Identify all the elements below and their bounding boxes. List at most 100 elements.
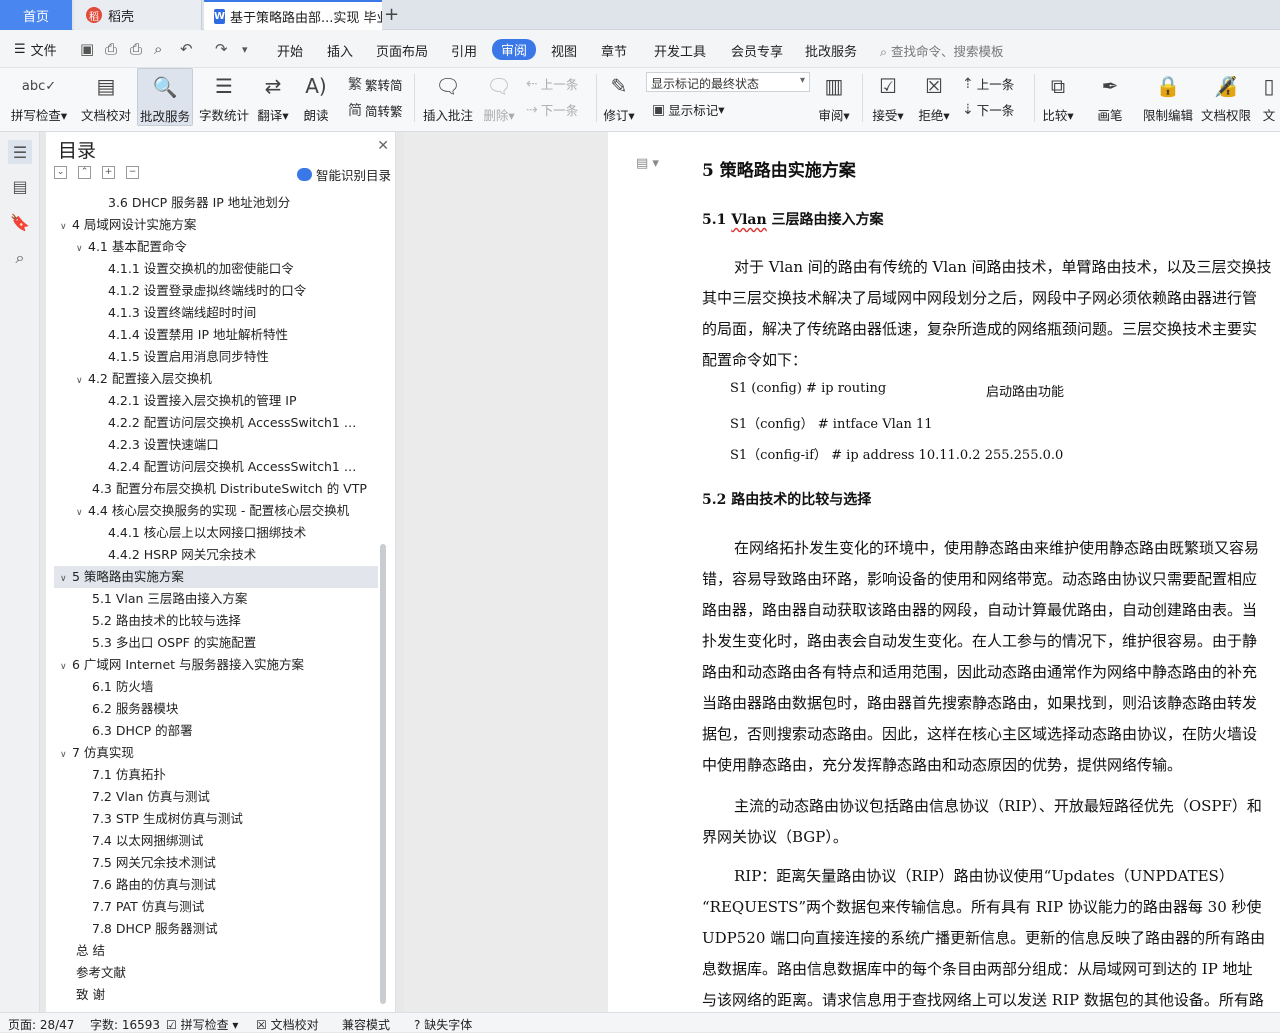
toc-item[interactable]: 4.1.5 设置启用消息同步特性	[108, 346, 368, 368]
search-icon[interactable]: ⌕	[8, 246, 32, 270]
toc-item[interactable]: 5.2 路由技术的比较与选择	[92, 610, 368, 632]
tab-member[interactable]: 会员专享	[731, 41, 783, 60]
markup-state-select[interactable]: 显示标记的最终状态	[646, 72, 810, 92]
collapse-all-icon[interactable]: ⌄	[54, 166, 67, 179]
toc-item[interactable]: 4.2.3 设置快速端口	[108, 434, 368, 456]
print-icon[interactable]: ⎙	[130, 40, 142, 58]
bookmark-icon[interactable]: 🔖	[8, 210, 32, 234]
toc-item[interactable]: ∨ 7 仿真实现	[60, 742, 368, 764]
toc-item[interactable]: 4.3 配置分布层交换机 DistributeSwitch 的 VTP	[92, 478, 368, 500]
expand-up-icon[interactable]: ⌃	[78, 166, 91, 179]
toc-item[interactable]: 4.1.4 设置禁用 IP 地址解析特性	[108, 324, 368, 346]
tab-view[interactable]: 视图	[551, 41, 577, 60]
toc-item[interactable]: 7.6 路由的仿真与测试	[92, 874, 368, 896]
read-aloud-button[interactable]: A) 朗读	[298, 68, 334, 126]
toc-item[interactable]: 4.4.1 核心层上以太网接口捆绑技术	[108, 522, 368, 544]
tab-document[interactable]: W 基于策略路由部...实现 毕业论	[204, 0, 382, 30]
prev-comment-button[interactable]: ⇠ 上一条	[526, 74, 578, 93]
toc-item[interactable]: ∨ 4.1 基本配置命令	[76, 236, 368, 258]
tab-daoke[interactable]: 稻 稻壳	[74, 0, 202, 30]
status-spell-check[interactable]: ☑ 拼写检查 ▾	[166, 1016, 238, 1033]
tab-review[interactable]: 审阅	[492, 39, 537, 60]
tab-developer[interactable]: 开发工具	[654, 41, 706, 60]
toc-item[interactable]: ∨ 5 策略路由实施方案	[54, 566, 378, 588]
chevron-down-icon[interactable]: ∨	[76, 238, 88, 258]
page-layout-icon[interactable]: ▤ ▾	[636, 156, 659, 171]
word-count-button[interactable]: ☰ 字数统计	[198, 68, 250, 126]
command-search[interactable]: ⌕ 查找命令、搜索模板	[880, 41, 1004, 60]
page-indicator[interactable]: 页面: 28/47	[8, 1016, 74, 1033]
word-count[interactable]: 字数: 16593	[90, 1016, 160, 1033]
toc-item[interactable]: 4.1.3 设置终端线超时时间	[108, 302, 368, 324]
toc-item[interactable]: 参考文献	[76, 962, 368, 984]
toc-item[interactable]: ∨ 4.2 配置接入层交换机	[76, 368, 368, 390]
toc-item[interactable]: ∨ 4 局域网设计实施方案	[60, 214, 368, 236]
document-page[interactable]: ▤ ▾ 5 策略路由实施方案 5.1 Vlan 三层路由接入方案 对于 Vlan…	[608, 132, 1280, 1012]
toc-item[interactable]: 4.1.2 设置登录虚拟终端线时的口令	[108, 280, 368, 302]
toc-item[interactable]: 5.3 多出口 OSPF 的实施配置	[92, 632, 368, 654]
toc-item[interactable]: 7.1 仿真拓扑	[92, 764, 368, 786]
tab-insert[interactable]: 插入	[327, 41, 353, 60]
remove-level-icon[interactable]: −	[126, 166, 139, 179]
status-proofread[interactable]: ☒ 文档校对	[256, 1016, 319, 1033]
show-markup-button[interactable]: ▣ 显示标记 ▾	[652, 100, 725, 119]
toc-item[interactable]: 7.5 网关冗余技术测试	[92, 852, 368, 874]
spell-check-button[interactable]: abc✓ 拼写检查▾	[8, 68, 70, 126]
save-icon[interactable]: ▣	[80, 40, 94, 58]
add-level-icon[interactable]: +	[102, 166, 115, 179]
toc-item[interactable]: 6.1 防火墙	[92, 676, 368, 698]
tab-reference[interactable]: 引用	[451, 41, 477, 60]
toc-item[interactable]: 7.7 PAT 仿真与测试	[92, 896, 368, 918]
toc-item[interactable]: ∨ 4.4 核心层交换服务的实现 - 配置核心层交换机	[76, 500, 368, 522]
track-changes-button[interactable]: ✎ 修订▾	[600, 68, 638, 126]
prev-change-button[interactable]: ⇡ 上一条	[962, 74, 1014, 93]
undo-icon[interactable]: ↶	[180, 40, 193, 58]
reject-button[interactable]: ☒ 拒绝▾	[914, 68, 954, 126]
customize-chevron-icon[interactable]: ▾	[242, 43, 248, 56]
chevron-down-icon[interactable]: ∨	[60, 744, 72, 764]
export-pdf-icon[interactable]: ⎙	[105, 40, 117, 58]
review-pane-button[interactable]: ▥ 审阅▾	[814, 68, 854, 126]
tab-start[interactable]: 开始	[277, 41, 303, 60]
proofread-button[interactable]: ▤ 文档校对	[78, 68, 134, 126]
smart-toc-button[interactable]: 智能识别目录	[296, 165, 391, 184]
toc-item[interactable]: 4.2.4 配置访问层交换机 AccessSwitch1 的主干...	[108, 456, 368, 478]
toc-item[interactable]: 7.8 DHCP 服务器测试	[92, 918, 368, 940]
chevron-down-icon[interactable]: ∨	[60, 216, 72, 236]
chevron-down-icon[interactable]: ∨	[76, 370, 88, 390]
pen-button[interactable]: ✒ 画笔	[1090, 68, 1130, 126]
trad-to-simp-button[interactable]: 繁繁转简	[348, 74, 403, 94]
chevron-down-icon[interactable]: ∨	[60, 656, 72, 676]
chevron-down-icon[interactable]: ∨	[76, 502, 88, 522]
next-change-button[interactable]: ⇣ 下一条	[962, 100, 1014, 119]
toc-item[interactable]: 4.4.2 HSRP 网关冗余技术	[108, 544, 368, 566]
toc-item[interactable]: 7.3 STP 生成树仿真与测试	[92, 808, 368, 830]
tab-page-layout[interactable]: 页面布局	[376, 41, 428, 60]
toc-item[interactable]: 6.2 服务器模块	[92, 698, 368, 720]
toc-item[interactable]: 3.6 DHCP 服务器 IP 地址池划分	[108, 192, 368, 214]
doc-permission-button[interactable]: 🔏 文档权限	[1200, 68, 1252, 126]
more-ribbon-button[interactable]: ▯ 文	[1258, 68, 1280, 126]
missing-font[interactable]: ? 缺失字体	[414, 1016, 472, 1033]
toc-item[interactable]: ∨ 6 广域网 Internet 与服务器接入实施方案	[60, 654, 368, 676]
redo-icon[interactable]: ↷	[215, 40, 228, 58]
toc-item[interactable]: 4.2.2 配置访问层交换机 AccessSwitch1 的访问...	[108, 412, 368, 434]
delete-comment-button[interactable]: 🗨 删除▾	[480, 68, 518, 126]
toc-item[interactable]: 致 谢	[76, 984, 368, 1006]
file-menu[interactable]: ☰ 文件	[14, 40, 57, 59]
toc-item[interactable]: 7.4 以太网捆绑测试	[92, 830, 368, 852]
restrict-edit-button[interactable]: 🔒 限制编辑	[1140, 68, 1196, 126]
toc-item[interactable]: 5.1 Vlan 三层路由接入方案	[92, 588, 368, 610]
new-tab-button[interactable]: +	[384, 4, 399, 25]
next-comment-button[interactable]: ⇢ 下一条	[526, 100, 578, 119]
print-preview-icon[interactable]: ⌕	[154, 40, 162, 58]
chapter-nav-icon[interactable]: ▤	[8, 174, 32, 198]
accept-button[interactable]: ☑ 接受▾	[868, 68, 908, 126]
toc-item[interactable]: 4.2.1 设置接入层交换机的管理 IP	[108, 390, 368, 412]
tab-grading[interactable]: 批改服务	[805, 41, 857, 60]
toc-item[interactable]: 总 结	[76, 940, 368, 962]
toc-item[interactable]: 6.3 DHCP 的部署	[92, 720, 368, 742]
toc-item[interactable]: 7.2 Vlan 仿真与测试	[92, 786, 368, 808]
toc-item[interactable]: 4.1.1 设置交换机的加密使能口令	[108, 258, 368, 280]
translate-button[interactable]: ⇄ 翻译▾	[254, 68, 292, 126]
